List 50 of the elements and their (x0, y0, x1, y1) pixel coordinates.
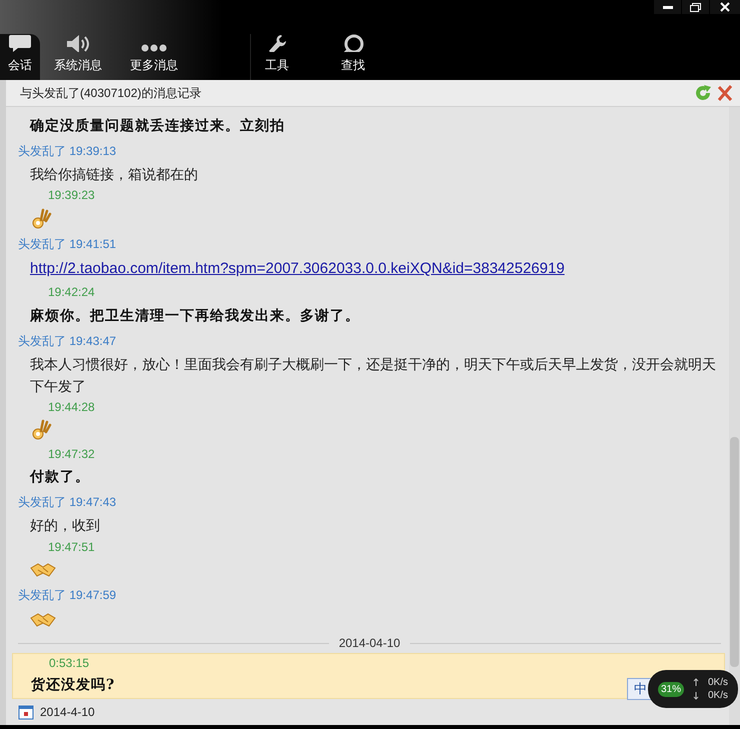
toolbar-tab[interactable]: 查找 (327, 34, 379, 80)
message-link[interactable]: http://2.taobao.com/item.htm?spm=2007.3062033.0.0.keiXQN&id=38342526919 (30, 260, 565, 277)
minimize-button[interactable] (654, 0, 681, 14)
timestamp: 19:42:24 (47, 284, 96, 302)
more-dots-icon (141, 44, 167, 52)
close-icon (720, 2, 730, 12)
restore-icon (690, 2, 701, 12)
timestamp: 0:53:15 (48, 655, 90, 672)
delete-icon (716, 84, 734, 102)
history-title: 与头发乱了(40307102)的消息记录 (20, 85, 202, 102)
minimize-icon (662, 6, 672, 8)
toolbar-tab[interactable]: 系统消息 (40, 34, 116, 80)
delete-button[interactable] (716, 84, 734, 102)
message-text: 确定没质量问题就丢连接过来。立刻拍 (28, 116, 285, 136)
restore-button[interactable] (682, 0, 709, 14)
sender-timestamp: 头发乱了 19:47:59 (18, 587, 118, 604)
ok-hand-emoji (30, 419, 52, 442)
timestamp: 19:44:28 (47, 399, 96, 416)
handshake-emoji (30, 612, 56, 628)
usage-percent: 31% (658, 682, 684, 696)
refresh-icon (694, 84, 712, 102)
ok-hand-emoji (30, 208, 52, 230)
scrollbar[interactable] (729, 107, 740, 725)
download-speed: 0K/s (708, 689, 728, 702)
toolbar-tab[interactable]: 会话 (0, 34, 40, 80)
chat-icon (9, 34, 31, 52)
search-icon (342, 34, 364, 52)
toolbar-tab[interactable]: 更多消息 (116, 34, 192, 80)
timestamp: 19:47:51 (47, 538, 96, 556)
close-button[interactable] (710, 0, 740, 14)
sender-timestamp: 头发乱了 19:43:47 (18, 332, 118, 350)
message-text: 麻烦你。把卫生清理一下再给我发出来。多谢了。 (28, 306, 360, 326)
calendar-icon (18, 704, 34, 720)
footer-date: 2014-4-10 (40, 704, 95, 721)
up-down-arrows-icon (692, 678, 700, 700)
timestamp: 19:47:32 (47, 446, 96, 463)
message-text: 我给你搞链接，箱说都在的 (29, 164, 198, 184)
handshake-emoji (30, 562, 56, 578)
date-divider: 2014-04-10 (338, 635, 400, 652)
timestamp: 19:39:23 (47, 187, 96, 204)
speaker-icon (65, 34, 91, 52)
sender-timestamp: 头发乱了 19:41:51 (18, 236, 118, 253)
upload-speed: 0K/s (708, 676, 728, 689)
message-text: 货还没发吗? (30, 676, 116, 695)
message-text: 好的，收到 (29, 516, 100, 536)
message-text: 我本人习惯很好，放心！里面我会有刷子大概刷一下，还是挺干净的，明天下午或后天早上发货，没开会就明天下午发了 (29, 354, 717, 396)
wrench-icon (267, 34, 287, 52)
sender-timestamp: 头发乱了 19:47:43 (18, 494, 118, 512)
message-text: 付款了。 (28, 468, 90, 488)
sender-timestamp: 头发乱了 19:39:13 (18, 142, 118, 160)
